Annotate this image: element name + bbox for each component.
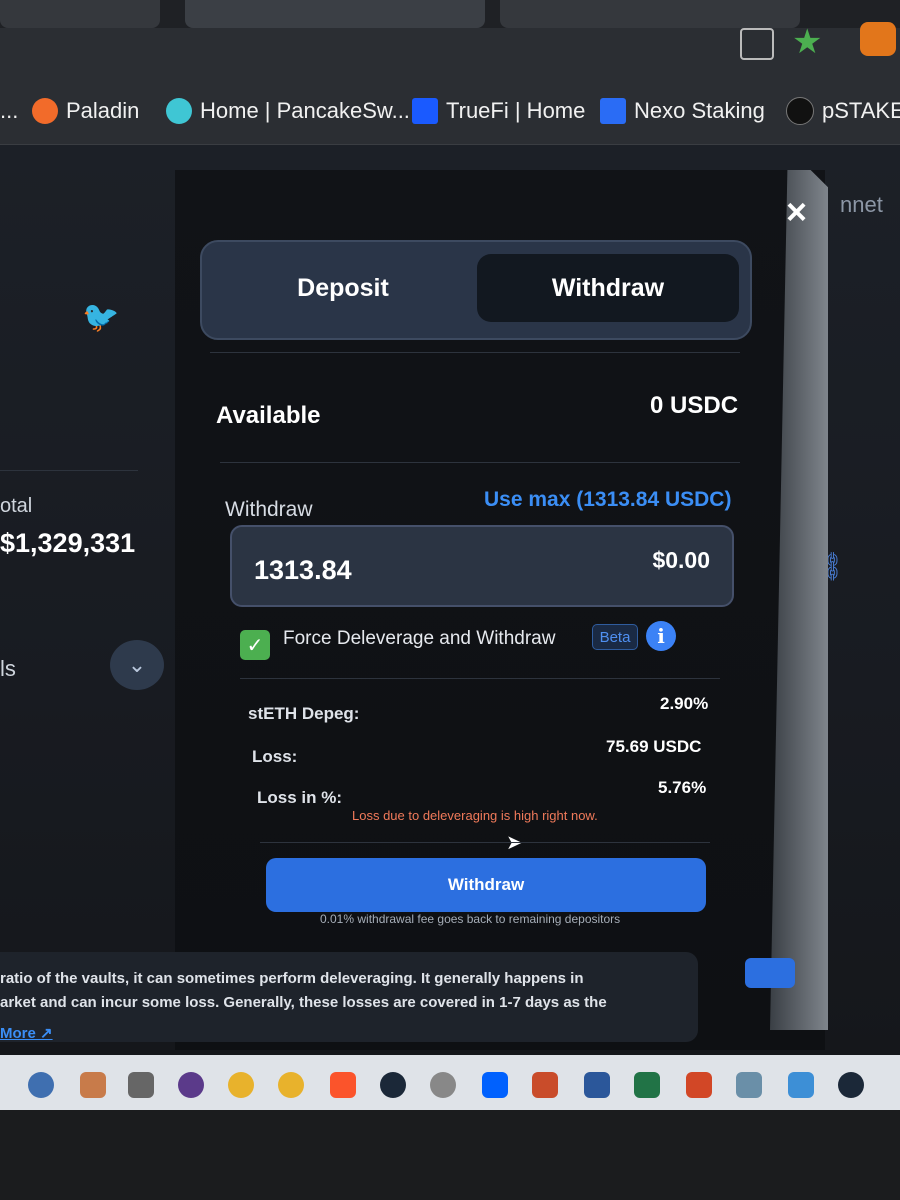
- bookmark-label: pSTAKE: [822, 98, 900, 123]
- photos-icon[interactable]: [788, 1072, 814, 1098]
- dropbox-icon[interactable]: [482, 1072, 508, 1098]
- divider: [210, 352, 740, 353]
- share-icon[interactable]: [740, 28, 774, 60]
- tab-withdraw[interactable]: Withdraw: [477, 254, 739, 322]
- amount-value: 1313.84: [254, 555, 352, 585]
- withdraw-label: Withdraw: [225, 498, 313, 521]
- loss-value: 75.69 USDC: [606, 737, 702, 756]
- scrollbar-track: [770, 170, 828, 1030]
- amount-usd: $0.00: [652, 547, 710, 573]
- deposit-withdraw-toggle: Deposit Withdraw: [200, 240, 752, 340]
- force-deleverage-label: Force Deleverage and Withdraw: [283, 628, 556, 649]
- pstake-icon: [786, 97, 814, 125]
- brave-icon[interactable]: [330, 1072, 356, 1098]
- bookmark-label: Nexo Staking: [634, 98, 765, 123]
- read-more-link[interactable]: More ↗: [0, 1024, 53, 1042]
- steth-depeg-label: stETH Depeg:: [248, 704, 360, 723]
- available-value: 0 USDC: [650, 392, 739, 419]
- close-icon[interactable]: ×: [786, 194, 807, 230]
- paladin-icon: [32, 98, 58, 124]
- withdraw-button[interactable]: Withdraw: [266, 858, 706, 912]
- metamask-icon[interactable]: [860, 22, 896, 56]
- bookmark-label: Home | PancakeSw...: [200, 98, 410, 123]
- bookmark-nexo[interactable]: Nexo Staking: [600, 94, 765, 128]
- bookmark-label: TrueFi | Home: [446, 98, 586, 123]
- bookmark-label: Paladin: [66, 98, 140, 123]
- deleverage-warning: Loss due to deleveraging is high right n…: [352, 808, 598, 823]
- chrome-icon[interactable]: [278, 1072, 304, 1098]
- force-deleverage-checkbox[interactable]: ✓: [240, 630, 270, 660]
- divider: [260, 842, 710, 843]
- use-max-link[interactable]: Use max (1313.84 USDC): [484, 488, 731, 512]
- browser-tab[interactable]: [0, 0, 160, 28]
- tab-strip: [0, 0, 900, 28]
- bookmark-label: ...: [0, 98, 19, 123]
- network-label: nnet: [840, 192, 883, 217]
- nexo-icon: [600, 98, 626, 124]
- start-icon[interactable]: [28, 1072, 54, 1098]
- chrome-icon[interactable]: [228, 1072, 254, 1098]
- bookmark-paladin[interactable]: Paladin: [32, 94, 139, 128]
- pancakeswap-icon: [166, 98, 192, 124]
- divider: [220, 462, 740, 463]
- dell-icon[interactable]: [430, 1072, 456, 1098]
- excel-icon[interactable]: [634, 1072, 660, 1098]
- withdraw-amount-input[interactable]: 1313.84 $0.00: [230, 525, 734, 607]
- loss-pct-label: Loss in %:: [257, 788, 343, 807]
- bookmark-pstake[interactable]: pSTAKE: [786, 94, 900, 128]
- divider: [240, 678, 720, 679]
- deleverage-info-box: ratio of the vaults, it can sometimes pe…: [0, 952, 698, 1042]
- left-divider: [0, 470, 138, 471]
- side-action-button[interactable]: [745, 958, 795, 988]
- info-line-1: ratio of the vaults, it can sometimes pe…: [0, 970, 584, 987]
- taskbar-app-icon[interactable]: [80, 1072, 106, 1098]
- bookmark-truefi[interactable]: TrueFi | Home: [412, 94, 585, 128]
- steam-icon[interactable]: [838, 1072, 864, 1098]
- bookmark-item[interactable]: ...: [0, 94, 18, 128]
- truefi-icon: [412, 98, 438, 124]
- available-label: Available: [216, 402, 321, 429]
- laptop-bezel: [0, 1110, 900, 1200]
- info-line-2: arket and can incur some loss. Generally…: [0, 994, 607, 1011]
- steam-icon[interactable]: [380, 1072, 406, 1098]
- total-value: $1,329,331: [0, 528, 136, 558]
- browser-tab[interactable]: [500, 0, 800, 28]
- info-icon[interactable]: i: [646, 621, 676, 651]
- star-icon[interactable]: ★: [792, 22, 822, 62]
- powerpoint-icon[interactable]: [686, 1072, 712, 1098]
- beta-badge: Beta: [592, 624, 638, 650]
- taskbar-app-icon[interactable]: [532, 1072, 558, 1098]
- browser-tab-active[interactable]: [185, 0, 485, 28]
- twitter-icon[interactable]: 🐦: [82, 300, 119, 335]
- loss-pct-value: 5.76%: [658, 778, 707, 797]
- word-icon[interactable]: [584, 1072, 610, 1098]
- snipping-tool-icon[interactable]: [736, 1072, 762, 1098]
- loss-label: Loss:: [252, 747, 298, 766]
- tor-browser-icon[interactable]: [178, 1072, 204, 1098]
- tab-deposit[interactable]: Deposit: [214, 254, 472, 322]
- scrollbar[interactable]: [770, 170, 830, 1030]
- steth-depeg-value: 2.90%: [660, 694, 709, 713]
- section-label: ls: [0, 656, 16, 681]
- fee-note: 0.01% withdrawal fee goes back to remain…: [320, 912, 621, 926]
- taskbar-app-icon[interactable]: [128, 1072, 154, 1098]
- total-label: otal: [0, 495, 33, 517]
- chevron-down-icon[interactable]: ⌄: [110, 640, 164, 690]
- bookmark-pancakeswap[interactable]: Home | PancakeSw...: [166, 94, 410, 128]
